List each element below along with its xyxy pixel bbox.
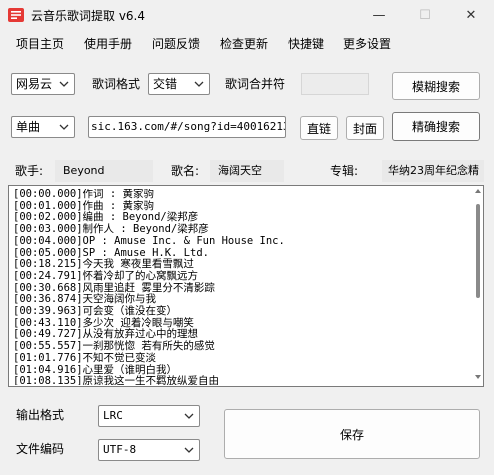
chevron-down-icon	[183, 409, 195, 423]
output-format-select[interactable]: LRC	[98, 405, 200, 427]
menu-item-shortcuts[interactable]: 快捷键	[288, 36, 324, 52]
album-label: 专辑:	[330, 164, 359, 178]
fuzzy-search-button[interactable]: 模糊搜索	[392, 72, 480, 100]
lyric-line: [01:08.135]原谅我这一生不羁放纵爱自由	[13, 375, 220, 385]
output-format-value: LRC	[103, 409, 123, 422]
direct-link-button[interactable]: 直链	[300, 116, 338, 140]
encoding-value: UTF-8	[103, 443, 137, 456]
maximize-button[interactable]: ☐	[402, 0, 448, 30]
scroll-down-icon	[475, 375, 481, 379]
scroll-up-icon	[475, 189, 481, 193]
lyric-format-select[interactable]: 交错	[148, 73, 210, 95]
singer-label: 歌手:	[15, 164, 44, 178]
lyric-format-label: 歌词格式	[92, 77, 141, 91]
lyric-format-value: 交错	[153, 77, 178, 91]
album-field[interactable]: 华纳23周年纪念精	[382, 160, 484, 182]
maximize-icon: ☐	[419, 7, 431, 23]
source-select-value: 网易云	[16, 77, 53, 91]
minimize-icon: —	[372, 7, 386, 23]
chevron-down-icon	[58, 120, 70, 134]
cover-button[interactable]: 封面	[346, 116, 384, 140]
minimize-button[interactable]: —	[356, 0, 402, 30]
save-button[interactable]: 保存	[224, 409, 480, 459]
url-input[interactable]: sic.163.com/#/song?id=400162138	[88, 116, 286, 138]
song-label: 歌名:	[171, 164, 200, 178]
chevron-down-icon	[183, 443, 195, 457]
lyric-line: [00:04.000]OP : Amuse Inc. & Fun House I…	[13, 234, 285, 247]
lyric-line: [00:24.791]怀着冷却了的心窝飘远方	[13, 269, 199, 282]
chevron-down-icon	[58, 77, 70, 91]
menu-item-feedback[interactable]: 问题反馈	[152, 36, 200, 52]
close-button[interactable]: ✕	[448, 0, 494, 30]
singer-field[interactable]: Beyond	[55, 160, 153, 182]
source-select[interactable]: 网易云	[11, 73, 75, 95]
menu-item-manual[interactable]: 使用手册	[84, 36, 132, 52]
menu-item-homepage[interactable]: 项目主页	[16, 36, 64, 52]
lyrics-scrollbar[interactable]	[475, 189, 481, 379]
lyrics-content: [00:00.000]作词 : 黄家驹 [00:01.000]作曲 : 黄家驹 [0…	[13, 189, 461, 385]
close-icon: ✕	[465, 7, 477, 23]
chevron-down-icon	[193, 77, 205, 91]
lyric-line: [00:39.963]可会变（谁没在变）	[13, 305, 178, 318]
exact-search-button[interactable]: 精确搜索	[392, 112, 480, 141]
url-input-value: sic.163.com/#/song?id=400162138	[91, 120, 286, 133]
encoding-label: 文件编码	[16, 442, 65, 456]
mode-select-value: 单曲	[16, 120, 41, 134]
menu-item-check-update[interactable]: 检查更新	[220, 36, 268, 52]
merge-label: 歌词合并符	[225, 77, 286, 91]
mode-select[interactable]: 单曲	[11, 116, 75, 138]
scroll-thumb[interactable]	[476, 204, 480, 298]
lyric-line: [01:01.776]不知不觉已变淡	[13, 351, 157, 364]
lyric-line: [00:00.000]作词 : 黄家驹	[13, 189, 155, 200]
menu-item-more-settings[interactable]: 更多设置	[343, 36, 391, 52]
window-title: 云音乐歌词提取 v6.4	[31, 9, 146, 23]
encoding-select[interactable]: UTF-8	[98, 439, 200, 461]
lyrics-textarea[interactable]: [00:00.000]作词 : 黄家驹 [00:01.000]作曲 : 黄家驹 [0…	[8, 185, 484, 387]
song-field[interactable]: 海阔天空	[210, 160, 284, 182]
output-format-label: 输出格式	[16, 408, 65, 422]
app-icon	[8, 8, 24, 22]
merge-input[interactable]	[301, 73, 369, 95]
